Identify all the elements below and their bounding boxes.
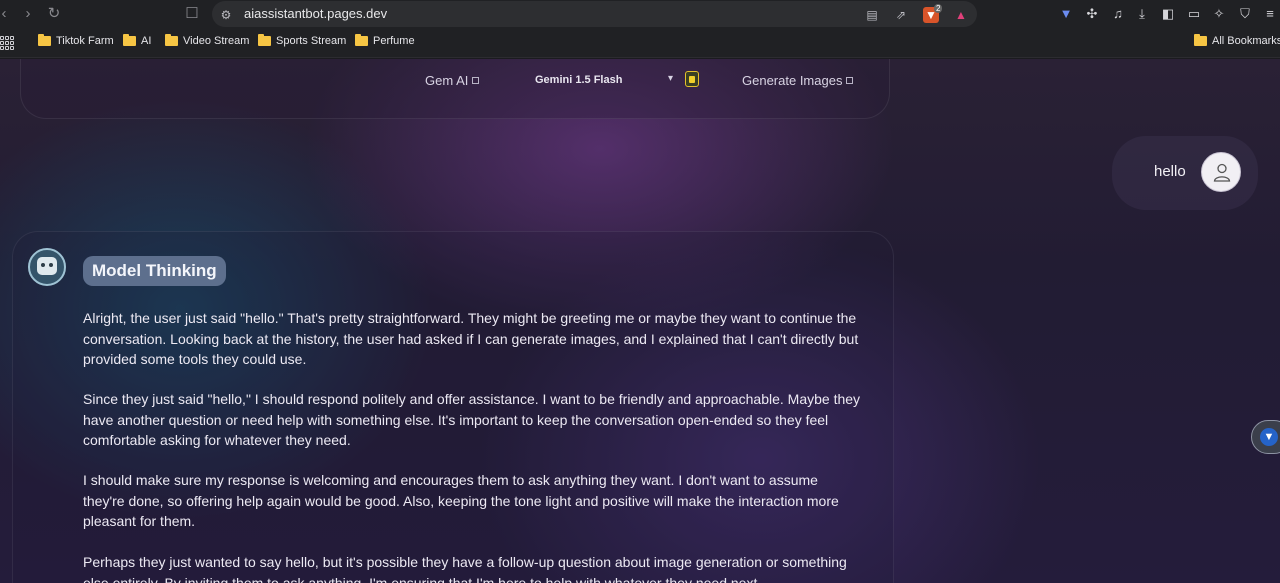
brave-badge: 2 — [934, 4, 943, 13]
site-settings-icon[interactable]: ⚙ — [218, 7, 234, 23]
coffee-icon[interactable] — [685, 71, 699, 87]
floating-extension-button[interactable]: ▼ — [1251, 420, 1280, 454]
model-select[interactable]: Gemini 1.5 Flash — [535, 74, 685, 86]
user-message-bubble: hello — [1112, 136, 1258, 210]
robot-icon — [37, 257, 57, 275]
bookmark-sports-stream[interactable]: Sports Stream — [258, 34, 346, 47]
vpn-icon: ▼ — [1260, 428, 1278, 446]
folder-icon — [258, 34, 271, 46]
folder-icon — [38, 34, 51, 46]
thinking-paragraph: Since they just said "hello," I should r… — [83, 391, 861, 448]
generate-images-link[interactable]: Generate Images — [742, 73, 854, 88]
bookmarks-bar: Tiktok Farm AI Video Stream Sports Strea… — [0, 28, 1280, 58]
folder-icon — [123, 34, 136, 46]
folder-icon — [355, 34, 368, 46]
bookmark-video-stream[interactable]: Video Stream — [165, 34, 249, 47]
bookmark-tiktok-farm[interactable]: Tiktok Farm — [38, 34, 114, 47]
folder-icon — [1194, 34, 1207, 46]
user-avatar — [1201, 152, 1241, 192]
thinking-paragraph: I should make sure my response is welcom… — [83, 472, 839, 529]
menu-icon[interactable]: ≡ — [1262, 6, 1278, 22]
bookmark-icon[interactable]: ☐ — [182, 4, 202, 24]
leo-ai-icon[interactable]: ✧ — [1211, 6, 1227, 22]
chevron-down-icon[interactable]: ▾ — [668, 73, 673, 84]
folder-icon — [165, 34, 178, 46]
all-bookmarks[interactable]: All Bookmarks — [1194, 34, 1280, 47]
media-icon[interactable]: ♫ — [1110, 6, 1126, 22]
model-thinking-label[interactable]: Model Thinking — [83, 256, 226, 286]
bookmark-ai[interactable]: AI — [123, 34, 151, 47]
address-bar[interactable]: ⚙ aiassistantbot.pages.dev ▤ ⇗ ▼ 2 ▲ — [212, 1, 977, 27]
external-link-icon — [472, 77, 480, 84]
thinking-paragraph: Perhaps they just wanted to say hello, b… — [83, 554, 847, 583]
thinking-paragraph: Alright, the user just said "hello." Tha… — [83, 310, 859, 367]
gem-ai-link[interactable]: Gem AI — [425, 73, 480, 88]
share-icon[interactable]: ⇗ — [893, 7, 909, 23]
brave-rewards-icon[interactable]: ▲ — [953, 7, 969, 23]
extensions-icon[interactable]: ✣ — [1084, 6, 1100, 22]
user-message-text: hello — [1154, 163, 1186, 180]
wallet-icon[interactable]: ▭ — [1186, 6, 1202, 22]
bot-avatar — [28, 248, 66, 286]
top-nav — [20, 59, 890, 119]
browser-toolbar: ‹ › ↻ ☐ ⚙ aiassistantbot.pages.dev ▤ ⇗ ▼… — [0, 0, 1280, 28]
reader-mode-icon[interactable]: ▤ — [864, 7, 880, 23]
reload-icon[interactable]: ↻ — [44, 4, 64, 24]
external-link-icon — [846, 77, 854, 84]
vpn-icon[interactable]: ▼ — [1058, 6, 1074, 22]
bookmark-perfume[interactable]: Perfume — [355, 34, 415, 47]
vpn-shield-icon[interactable]: ⛉ — [1237, 6, 1253, 22]
url-text[interactable]: aiassistantbot.pages.dev — [244, 6, 387, 21]
sidebar-icon[interactable]: ◧ — [1160, 6, 1176, 22]
forward-icon[interactable]: › — [18, 4, 38, 24]
back-icon[interactable]: ‹ — [0, 4, 14, 24]
chat-page: Gem AI Gemini 1.5 Flash ▾ Generate Image… — [0, 59, 1280, 583]
apps-icon[interactable] — [0, 36, 14, 50]
user-icon — [1213, 163, 1231, 182]
download-icon[interactable]: ⤓ — [1134, 6, 1150, 22]
